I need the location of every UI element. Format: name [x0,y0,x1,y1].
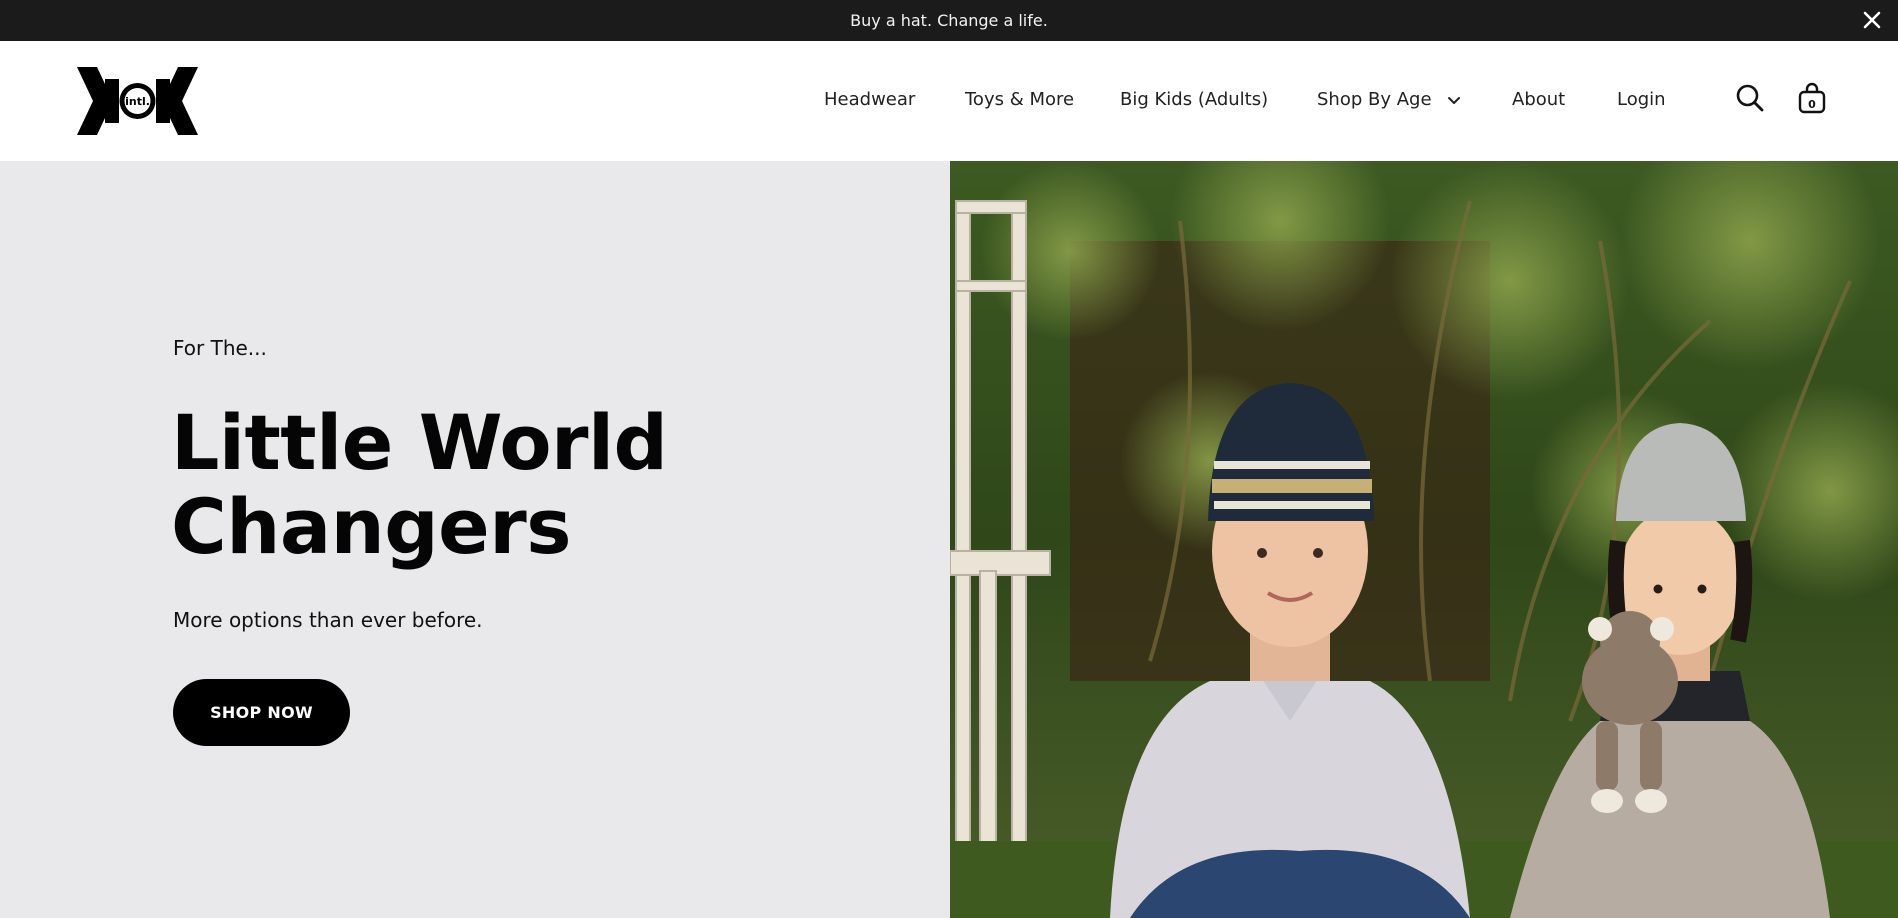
hero-image-children-in-beanies [950,161,1898,918]
nav-toys-more[interactable]: Toys & More [965,89,1074,110]
shop-now-button[interactable]: SHOP NOW [173,679,350,746]
nav-shop-by-age[interactable]: Shop By Age [1317,89,1432,110]
headline-line-2: Changers [171,482,571,571]
headline-line-1: Little World [171,398,668,487]
cart-count: 0 [1808,98,1816,111]
close-icon[interactable] [1860,8,1884,32]
hero-subtext: More options than ever before. [173,608,483,632]
nav-login[interactable]: Login [1617,89,1666,110]
nav-headwear[interactable]: Headwear [824,89,915,110]
search-icon[interactable] [1735,83,1765,113]
nav-big-kids[interactable]: Big Kids (Adults) [1120,89,1268,110]
hero-eyebrow: For The... [173,336,267,360]
announcement-text: Buy a hat. Change a life. [850,11,1048,30]
main-nav: Headwear Toys & More Big Kids (Adults) S… [0,41,1898,161]
announcement-bar: Buy a hat. Change a life. [0,0,1898,41]
nav-about[interactable]: About [1512,89,1565,110]
hero-section: For The... Little World Changers More op… [0,161,1898,918]
chevron-down-icon[interactable] [1446,93,1462,109]
hero-headline: Little World Changers [171,401,871,569]
site-header: intl. Headwear Toys & More Big Kids (Adu… [0,41,1898,161]
shopping-bag-icon[interactable]: 0 [1797,81,1827,115]
hero-photo [950,161,1898,918]
hero-text-panel: For The... Little World Changers More op… [0,161,950,918]
